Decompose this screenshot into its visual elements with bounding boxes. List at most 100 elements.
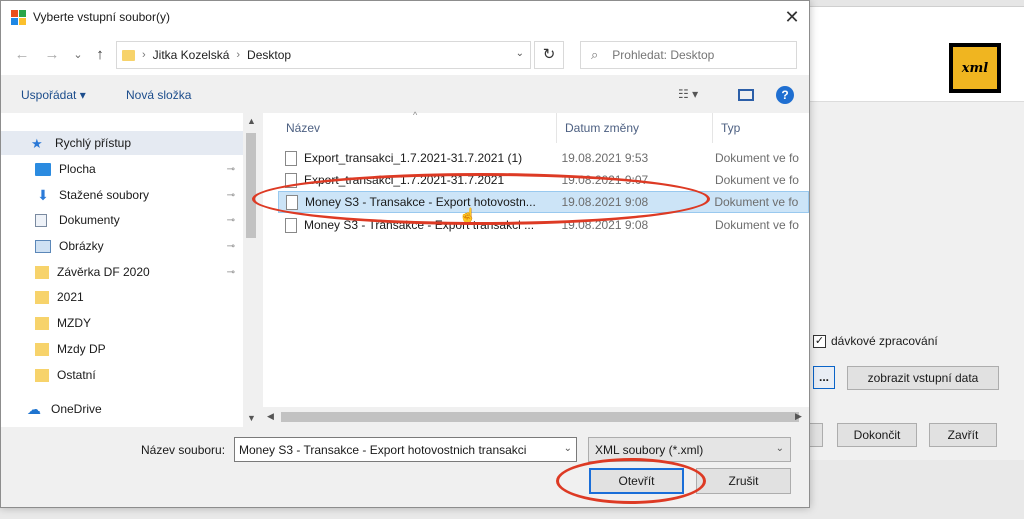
sidebar-item-label: Závěrka DF 2020 (57, 265, 150, 279)
sidebar-item-zaverka[interactable]: Závěrka DF 2020 ⊸ (1, 260, 243, 284)
file-open-dialog: Vyberte vstupní soubor(y) ✕ ← → ⌄ ↑ › Ji… (0, 0, 810, 508)
forward-arrow-icon[interactable]: → (43, 45, 61, 65)
command-toolbar: Uspořádat ▾ Nová složka ☷ ▾ ? (1, 75, 809, 113)
sidebar-item-label: Mzdy DP (57, 342, 106, 356)
sidebar-item-label: 2021 (57, 290, 84, 304)
file-date: 19.08.2021 9:08 (561, 218, 649, 232)
folder-icon (122, 49, 135, 61)
refresh-icon[interactable]: ↻ (534, 41, 564, 69)
search-box[interactable]: ⌕ (580, 41, 797, 69)
sidebar-item-mzdy[interactable]: MZDY (1, 311, 243, 335)
address-bar[interactable]: › Jitka Kozelská › Desktop ⌄ (116, 41, 531, 69)
sidebar-item-quick-access[interactable]: ★ Rychlý přístup (1, 131, 243, 155)
breadcrumb-desktop[interactable]: Desktop (247, 48, 291, 62)
sidebar-item-label: Stažené soubory (59, 188, 150, 202)
up-arrow-icon[interactable]: ↑ (91, 45, 109, 65)
sidebar-item-2021[interactable]: 2021 (1, 285, 243, 309)
file-row[interactable]: Money S3 - Transakce - Export transakci … (278, 214, 809, 236)
chevron-down-icon[interactable]: ⌄ (564, 443, 572, 454)
open-button[interactable]: Otevřít (589, 468, 684, 494)
batch-checkbox[interactable]: ✓ (813, 334, 826, 348)
sidebar-item-mzdy-dp[interactable]: Mzdy DP (1, 337, 243, 361)
recent-locations-dropdown-icon[interactable]: ⌄ (69, 45, 87, 65)
sidebar-item-onedrive[interactable]: ☁ OneDrive (1, 397, 243, 421)
cloud-icon: ☁ (27, 400, 41, 417)
file-name: Money S3 - Transakce - Export transakci … (304, 218, 535, 232)
file-date: 19.08.2021 9:07 (561, 173, 649, 187)
folder-icon (35, 316, 49, 330)
file-list-horizontal-scrollbar[interactable]: ◀ ▶ (263, 407, 809, 427)
navigation-pane: ★ Rychlý přístup Plocha ⊸ ⬇ Stažené soub… (1, 113, 259, 427)
view-options-icon[interactable]: ☷ ▾ (678, 87, 698, 101)
file-icon (285, 172, 297, 188)
document-icon (35, 213, 47, 227)
column-header-name[interactable]: Název (278, 113, 557, 143)
pin-icon[interactable]: ⊸ (227, 267, 235, 278)
file-type: Dokument ve fo (714, 173, 799, 187)
file-icon (286, 194, 298, 210)
sidebar-item-pictures[interactable]: Obrázky ⊸ (1, 234, 243, 258)
pin-icon[interactable]: ⊸ (227, 241, 235, 252)
sidebar-item-label: MZDY (57, 316, 91, 330)
column-header-type[interactable]: Typ (713, 113, 809, 143)
sidebar-item-documents[interactable]: Dokumenty ⊸ (1, 208, 243, 232)
chevron-right-icon: › (142, 49, 146, 61)
sidebar-item-label: Plocha (59, 162, 96, 176)
picture-icon (35, 239, 51, 253)
search-input[interactable] (612, 48, 783, 62)
folder-icon (35, 368, 49, 382)
sidebar-scrollbar[interactable]: ▲ ▼ (243, 113, 259, 427)
preview-pane-icon[interactable] (738, 89, 754, 101)
scroll-right-arrow-icon[interactable]: ▶ (795, 411, 802, 422)
folder-icon (35, 290, 49, 304)
navigation-bar: ← → ⌄ ↑ › Jitka Kozelská › Desktop ⌄ ↻ ⌕ (1, 35, 809, 75)
cancel-button[interactable]: Zrušit (696, 468, 791, 494)
file-row-selected[interactable]: Money S3 - Transakce - Export hotovostn.… (278, 191, 809, 213)
sidebar-item-label: Ostatní (57, 368, 96, 382)
column-header-date[interactable]: Datum změny (557, 113, 713, 143)
file-type: Dokument ve fo (714, 151, 799, 165)
file-name: Money S3 - Transakce - Export hotovostn.… (305, 195, 536, 209)
chevron-down-icon[interactable]: ⌄ (776, 443, 784, 454)
breadcrumb-user[interactable]: Jitka Kozelská (153, 48, 230, 62)
dialog-title: Vyberte vstupní soubor(y) (33, 10, 170, 24)
file-type: Dokument ve fo (714, 218, 799, 232)
sidebar-item-label: OneDrive (51, 402, 102, 416)
help-icon[interactable]: ? (776, 86, 794, 104)
organize-button[interactable]: Uspořádat ▾ (21, 88, 86, 102)
sidebar-item-ostatni[interactable]: Ostatní (1, 363, 243, 387)
filename-input[interactable]: Money S3 - Transakce - Export hotovostni… (234, 437, 577, 462)
scrollbar-thumb[interactable] (246, 133, 256, 238)
new-folder-button[interactable]: Nová složka (126, 88, 191, 102)
logo-area: xml (807, 7, 1024, 102)
filetype-select[interactable]: XML soubory (*.xml) ⌄ (588, 437, 791, 462)
finish-button[interactable]: Dokončit (837, 423, 917, 447)
close-app-button[interactable]: Zavřít (929, 423, 997, 447)
app-icon (11, 10, 26, 25)
download-icon: ⬇ (37, 186, 49, 203)
scroll-up-arrow-icon[interactable]: ▲ (247, 116, 256, 126)
sidebar-item-label: Rychlý přístup (55, 136, 132, 150)
pin-icon[interactable]: ⊸ (227, 190, 235, 201)
scroll-left-arrow-icon[interactable]: ◀ (267, 411, 274, 422)
pin-icon[interactable]: ⊸ (227, 164, 235, 175)
sidebar-item-desktop[interactable]: Plocha ⊸ (1, 157, 243, 181)
pin-icon[interactable]: ⊸ (227, 215, 235, 226)
mouse-cursor-icon: ☝ (459, 207, 477, 223)
file-date: 19.08.2021 9:08 (561, 195, 649, 209)
back-arrow-icon[interactable]: ← (13, 45, 31, 65)
show-input-data-button[interactable]: zobrazit vstupní data (847, 366, 999, 390)
scrollbar-thumb[interactable] (281, 412, 799, 422)
batch-processing-option[interactable]: ✓ dávkové zpracování (813, 334, 938, 348)
file-row[interactable]: Export_transakci_1.7.2021-31.7.2021 (1) … (278, 147, 809, 169)
file-name: Export_transakci_1.7.2021-31.7.2021 (304, 173, 505, 187)
close-icon[interactable]: ✕ (781, 7, 803, 29)
address-dropdown-icon[interactable]: ⌄ (516, 48, 524, 59)
batch-label: dávkové zpracování (831, 334, 938, 348)
filename-label: Název souboru: (141, 443, 226, 457)
scroll-down-arrow-icon[interactable]: ▼ (247, 413, 256, 423)
browse-button[interactable]: ... (813, 366, 835, 389)
file-row[interactable]: Export_transakci_1.7.2021-31.7.2021 19.0… (278, 169, 809, 191)
xml-logo-text: xml (961, 60, 989, 76)
sidebar-item-downloads[interactable]: ⬇ Stažené soubory ⊸ (1, 183, 243, 207)
